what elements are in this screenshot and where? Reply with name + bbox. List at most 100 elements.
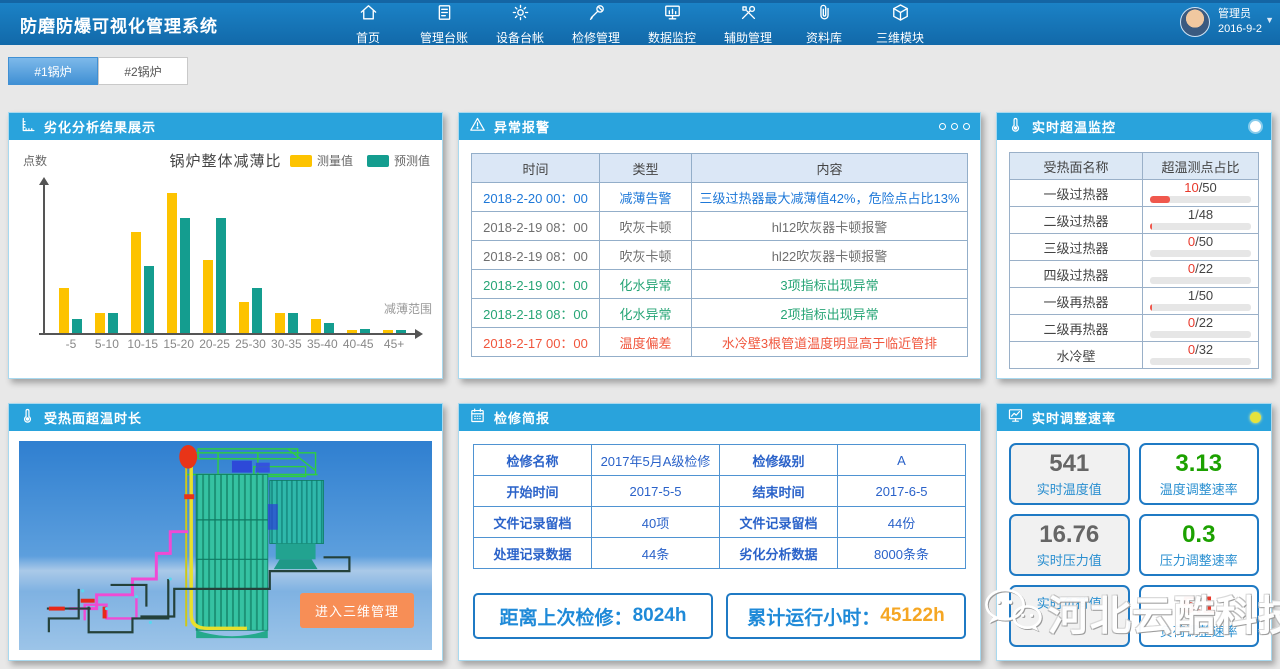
enter-3d-button[interactable]: 进入三维管理 — [300, 593, 414, 628]
main-nav: 首页管理台账设备台帐检修管理数据监控辅助管理资料库三维模块 — [330, 3, 938, 45]
rate-card-实时温度值[interactable]: 541实时温度值 — [1009, 443, 1130, 505]
panel-title: 受热面超温时长 — [44, 408, 142, 427]
maintenance-row: 文件记录留档40项文件记录留档44份 — [474, 507, 966, 538]
nav-item-数据监控[interactable]: 数据监控 — [634, 3, 710, 46]
panel-title: 异常报警 — [494, 117, 550, 136]
rate-value: 3.13 — [1141, 450, 1258, 478]
boiler-3d-view[interactable]: 进入三维管理 — [19, 441, 432, 650]
overtemp-progress — [1150, 277, 1251, 284]
alarm-table: 时间类型内容 2018-2-20 00：00减薄告警三级过热器最大减薄值42%，… — [471, 153, 968, 357]
bar-测量值 — [167, 193, 177, 333]
nav-item-三维模块[interactable]: 三维模块 — [862, 3, 938, 46]
overtemp-ratio: 0/50 — [1143, 235, 1258, 248]
overtemp-row[interactable]: 一级过热器10/50 — [1010, 180, 1259, 207]
tab-#2锅炉[interactable]: #2锅炉 — [98, 57, 188, 85]
panel-abnormal-alarms: 异常报警 时间类型内容 2018-2-20 00：00减薄告警三级过热器最大减薄… — [458, 112, 981, 379]
maintenance-label: 检修名称 — [474, 445, 592, 476]
alarm-row[interactable]: 2018-2-19 00：00化水异常3项指标出现异常 — [472, 270, 968, 299]
alarm-row[interactable]: 2018-2-18 08：00化水异常2项指标出现异常 — [472, 299, 968, 328]
home-icon — [359, 3, 378, 27]
overtemp-row[interactable]: 三级过热器0/50 — [1010, 234, 1259, 261]
legend-swatch-predicted — [367, 155, 389, 167]
x-axis — [39, 333, 420, 335]
user-menu[interactable]: 管理员 2016-9-2 ▼ — [1180, 7, 1262, 37]
panel-title: 检修简报 — [494, 408, 550, 427]
bar-测量值 — [275, 313, 285, 333]
panel-title: 劣化分析结果展示 — [44, 117, 156, 136]
overtemp-ratio: 10/50 — [1143, 181, 1258, 194]
x-tick-label: 45+ — [376, 337, 412, 351]
x-tick-label: 40-45 — [340, 337, 376, 351]
alarm-row[interactable]: 2018-2-20 00：00减薄告警三级过热器最大减薄值42%，危险点占比13… — [472, 183, 968, 212]
overtemp-row[interactable]: 水冷壁0/32 — [1010, 342, 1259, 369]
bar-group-40-45: 40-45 — [340, 329, 376, 333]
nav-item-设备台帐[interactable]: 设备台帐 — [482, 3, 558, 46]
maintenance-label: 处理记录数据 — [474, 538, 592, 569]
user-date: 2016-9-2 — [1218, 22, 1262, 37]
surface-name: 水冷壁 — [1010, 342, 1143, 369]
bar-测量值 — [347, 330, 357, 333]
overtemp-row[interactable]: 四级过热器0/22 — [1010, 261, 1259, 288]
bar-测量值 — [59, 288, 69, 333]
alarm-row[interactable]: 2018-2-17 00：00温度偏差水冷壁3根管道温度明显高于临近管排 — [472, 328, 968, 357]
rate-card-负荷调整速率[interactable]: 5.1负荷调整速率 — [1139, 585, 1260, 647]
rate-label: 实时温度值 — [1011, 479, 1128, 498]
bar-group-5-10: 5-10 — [89, 313, 125, 333]
maintenance-value: 40项 — [592, 507, 720, 538]
total-running-hours-stat[interactable]: 累计运行小时：45122h — [726, 593, 966, 639]
status-lamp — [1250, 412, 1261, 423]
since-last-value: 8024h — [633, 605, 687, 627]
bar-测量值 — [131, 232, 141, 333]
x-tick-label: -5 — [53, 337, 89, 351]
bar-测量值 — [95, 313, 105, 333]
nav-item-管理台账[interactable]: 管理台账 — [406, 3, 482, 46]
maintenance-value: 2017-5-5 — [592, 476, 720, 507]
rate-card-压力调整速率[interactable]: 0.3压力调整速率 — [1139, 514, 1260, 576]
tools-icon — [739, 3, 758, 27]
surface-name: 二级过热器 — [1010, 207, 1143, 234]
rate-label: 负荷调整速率 — [1141, 621, 1258, 640]
thermometer-icon — [1007, 116, 1024, 138]
overtemp-row[interactable]: 一级再热器1/50 — [1010, 288, 1259, 315]
panel-menu-dots[interactable] — [939, 123, 970, 130]
top-header: 防磨防爆可视化管理系统 首页管理台账设备台帐检修管理数据监控辅助管理资料库三维模… — [0, 0, 1280, 45]
overtemp-progress — [1150, 223, 1251, 230]
rate-value: 541 — [1011, 450, 1128, 478]
legend-swatch-measured — [290, 155, 312, 167]
monitor-icon — [663, 3, 682, 27]
since-last-maintenance-stat[interactable]: 距离上次检修：8024h — [473, 593, 713, 639]
nav-item-辅助管理[interactable]: 辅助管理 — [710, 3, 786, 46]
nav-item-资料库[interactable]: 资料库 — [786, 3, 862, 46]
rate-card-温度调整速率[interactable]: 3.13温度调整速率 — [1139, 443, 1260, 505]
overtemp-progress — [1150, 331, 1251, 338]
overtemp-row[interactable]: 二级过热器1/48 — [1010, 207, 1259, 234]
rate-value: 0.3 — [1141, 521, 1258, 549]
status-indicator — [1250, 121, 1261, 132]
paperclip-icon — [815, 3, 834, 27]
tab-#1锅炉[interactable]: #1锅炉 — [8, 57, 98, 85]
x-tick-label: 5-10 — [89, 337, 125, 351]
overtemp-col-header: 超温测点占比 — [1143, 153, 1259, 180]
alarm-row[interactable]: 2018-2-19 08：00吹灰卡顿hl12吹灰器卡顿报警 — [472, 212, 968, 241]
overtemp-progress — [1150, 250, 1251, 257]
alarm-row[interactable]: 2018-2-19 08：00吹灰卡顿hl22吹灰器卡顿报警 — [472, 241, 968, 270]
ledger-icon — [435, 3, 454, 27]
panel-title: 实时调整速率 — [1032, 408, 1116, 427]
overtemp-row[interactable]: 二级再热器0/22 — [1010, 315, 1259, 342]
rate-card-实时压力值[interactable]: 16.76实时压力值 — [1009, 514, 1130, 576]
thermometer-icon — [19, 407, 36, 429]
rate-label: 实时负荷值 — [1011, 593, 1128, 612]
rate-value: 16.76 — [1011, 521, 1128, 549]
x-tick-label: 35-40 — [304, 337, 340, 351]
nav-item-首页[interactable]: 首页 — [330, 3, 406, 46]
app-title: 防磨防爆可视化管理系统 — [0, 12, 330, 37]
overtemp-ratio: 0/22 — [1143, 262, 1258, 275]
chevron-down-icon[interactable]: ▼ — [1265, 15, 1274, 25]
x-tick-label: 25-30 — [233, 337, 269, 351]
running-hours-value: 45122h — [880, 605, 944, 627]
maintenance-row: 处理记录数据44条劣化分析数据8000条条 — [474, 538, 966, 569]
bar-group-30-35: 30-35 — [268, 313, 304, 333]
rate-card-实时负荷值[interactable]: 实时负荷值 — [1009, 585, 1130, 647]
nav-item-检修管理[interactable]: 检修管理 — [558, 3, 634, 46]
maintenance-value: 2017-6-5 — [838, 476, 966, 507]
